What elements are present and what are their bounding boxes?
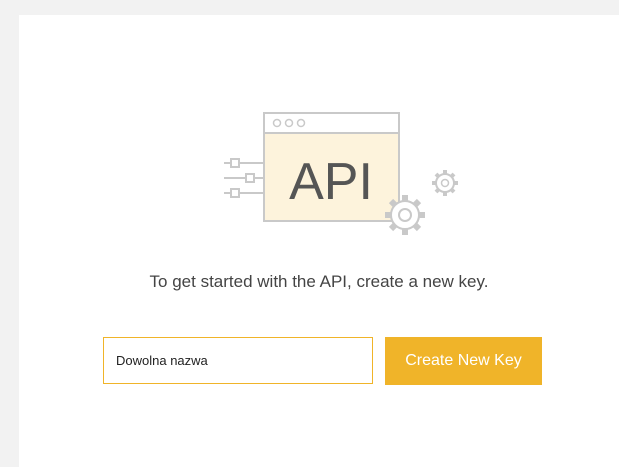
empty-state-card: API To get started with the API, create …	[19, 15, 619, 467]
create-new-key-button[interactable]: Create New Key	[385, 337, 542, 385]
small-gear-icon	[432, 170, 458, 196]
api-illustration: API	[209, 97, 479, 247]
intro-message: To get started with the API, create a ne…	[149, 272, 489, 291]
key-name-input[interactable]	[103, 337, 373, 384]
large-gear-icon	[385, 195, 425, 235]
connector-lines-icon	[224, 158, 264, 198]
api-label: API	[289, 153, 373, 211]
